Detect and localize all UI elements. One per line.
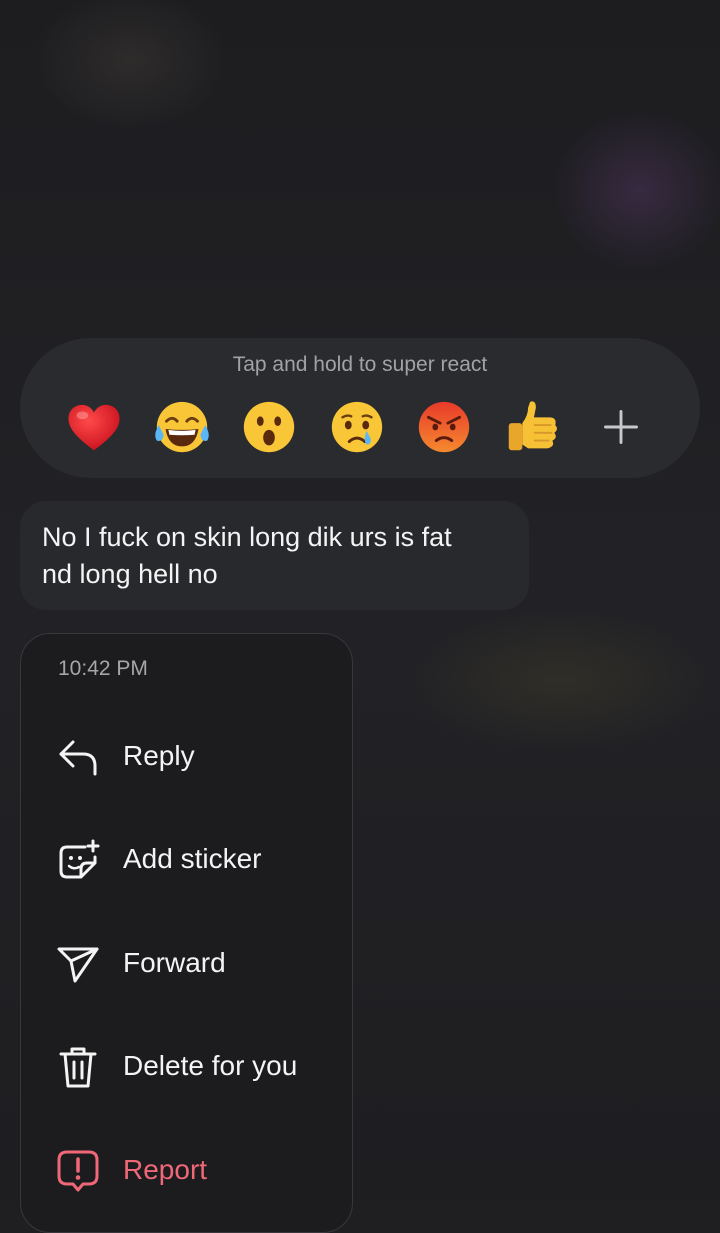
tears-of-joy-emoji[interactable]: [151, 396, 213, 458]
reply-icon: [55, 734, 101, 780]
super-react-hint: Tap and hold to super react: [232, 353, 488, 376]
reply-label: Reply: [123, 740, 195, 771]
report-button[interactable]: Report: [21, 1130, 352, 1210]
surprised-face-emoji[interactable]: [238, 396, 300, 458]
forward-button[interactable]: Forward: [21, 923, 352, 1003]
message-text-line-1: No I fuck on skin long dik urs is fat: [42, 522, 452, 552]
forward-icon: [55, 941, 101, 987]
message-bubble[interactable]: No I fuck on skin long dik urs is fat nd…: [20, 501, 529, 610]
message-context-menu: 10:42 PM Reply Add sticker Forward Delet…: [20, 633, 353, 1233]
angry-face-emoji[interactable]: [413, 396, 475, 458]
reaction-bar: Tap and hold to super react: [20, 338, 700, 478]
plus-icon[interactable]: [590, 396, 652, 458]
add-sticker-button[interactable]: Add sticker: [21, 819, 352, 899]
emoji-row: [20, 396, 700, 466]
trash-icon: [55, 1044, 101, 1090]
message-timestamp: 10:42 PM: [58, 657, 148, 680]
crying-face-emoji[interactable]: [326, 396, 388, 458]
forward-label: Forward: [123, 947, 226, 978]
report-label: Report: [123, 1154, 208, 1185]
thumbs-up-emoji[interactable]: [501, 396, 563, 458]
delete-for-you-button[interactable]: Delete for you: [21, 1026, 352, 1106]
message-text-line-2: nd long hell no: [42, 559, 218, 589]
report-icon: [55, 1148, 101, 1194]
delete-for-you-label: Delete for you: [123, 1050, 298, 1081]
sticker-icon: [55, 837, 101, 883]
red-heart-emoji[interactable]: [63, 396, 125, 458]
reply-button[interactable]: Reply: [21, 716, 352, 796]
add-sticker-label: Add sticker: [123, 843, 262, 874]
